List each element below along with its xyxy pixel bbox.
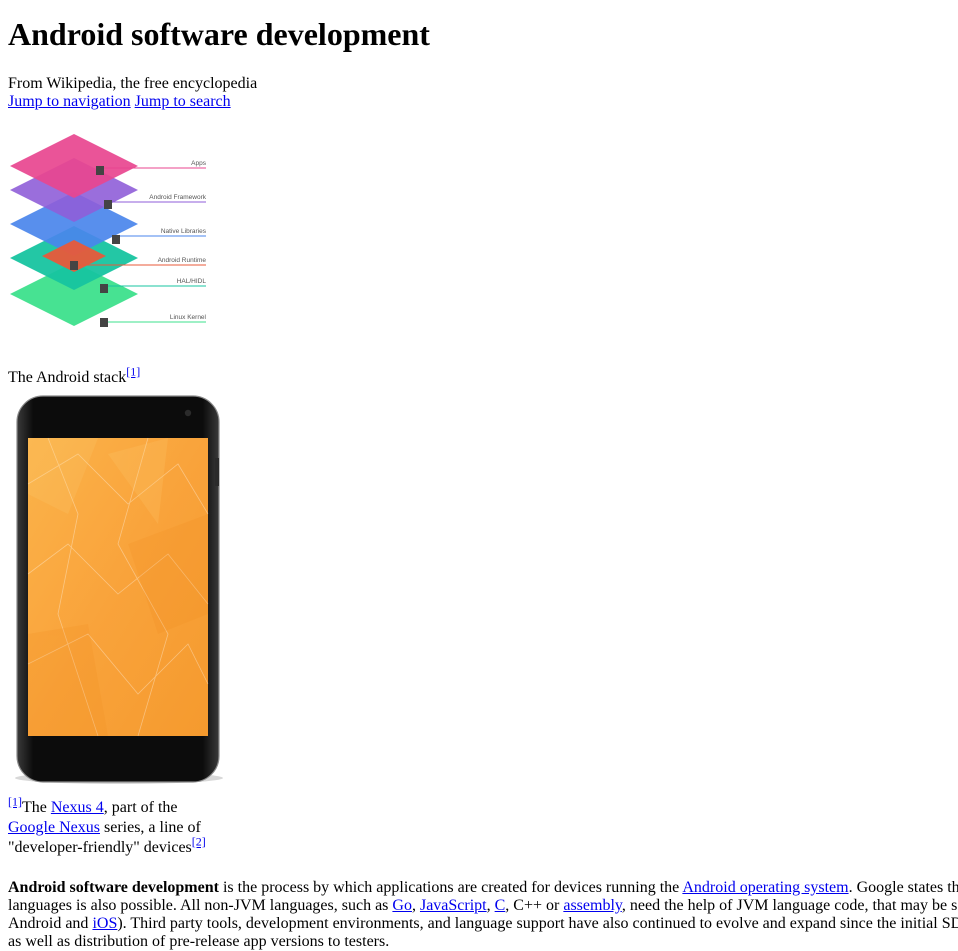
ios-link[interactable]: iOS	[92, 915, 117, 932]
intro-text: . Google states th	[848, 879, 958, 896]
intro-line-1: Android software development is the proc…	[8, 879, 958, 897]
assembly-link[interactable]: assembly	[563, 897, 622, 914]
phone-caption: [1]The Nexus 4, part of the Google Nexus…	[8, 795, 218, 858]
android-os-link[interactable]: Android operating system	[682, 879, 848, 896]
nexus-4-link[interactable]: Nexus 4	[51, 799, 104, 816]
layer-label-native-libraries: Native Libraries	[161, 228, 207, 235]
intro-line-3: Android and iOS). Third party tools, dev…	[8, 915, 958, 933]
layer-label-apps: Apps	[191, 160, 207, 167]
intro-text: is the process by which applications are…	[218, 879, 683, 896]
android-stack-image[interactable]: Apps Android Framework Native Libraries …	[8, 128, 210, 354]
intro-text: ). Third party tools, development enviro…	[117, 915, 958, 932]
jump-links: Jump to navigation Jump to search	[8, 93, 231, 111]
layer-label-kernel: Linux Kernel	[170, 314, 207, 321]
google-nexus-link[interactable]: Google Nexus	[8, 819, 100, 836]
intro-text: ,	[486, 897, 495, 914]
layer-label-framework: Android Framework	[149, 194, 206, 201]
intro-text: ,	[411, 897, 420, 914]
go-link[interactable]: Go	[392, 897, 412, 914]
intro-text: , need the help of JVM language code, th…	[621, 897, 958, 914]
tagline: From Wikipedia, the free encyclopedia	[8, 75, 258, 92]
phone-caption-ref-2[interactable]: [2]	[192, 835, 206, 849]
jump-to-navigation-link[interactable]: Jump to navigation	[8, 93, 131, 110]
layer-label-hal: HAL/HIDL	[177, 278, 207, 285]
layer-label-runtime: Android Runtime	[158, 257, 207, 264]
phone-image[interactable]	[8, 394, 230, 786]
intro-text: Android and	[8, 915, 93, 932]
phone-caption-ref-1[interactable]: [1]	[8, 795, 22, 809]
javascript-link[interactable]: JavaScript	[420, 897, 487, 914]
intro-paragraph: Android software development is the proc…	[8, 879, 958, 951]
intro-bold-term: Android software development	[8, 879, 219, 896]
intro-line-2: languages is also possible. All non-JVM …	[8, 897, 958, 915]
intro-text: , C++ or	[505, 897, 564, 914]
intro-text: as well as distribution of pre-release a…	[8, 933, 390, 950]
stack-caption: The Android stack[1]	[8, 366, 140, 387]
stack-caption-ref[interactable]: [1]	[126, 365, 140, 379]
page-title: Android software development	[8, 16, 430, 52]
intro-line-4: as well as distribution of pre-release a…	[8, 933, 958, 951]
c-link[interactable]: C	[495, 897, 506, 914]
stack-caption-text: The Android stack	[8, 369, 127, 386]
intro-text: languages is also possible. All non-JVM …	[8, 897, 393, 914]
phone-caption-prefix: The	[22, 799, 51, 816]
phone-caption-mid: , part of the	[103, 799, 178, 816]
jump-to-search-link[interactable]: Jump to search	[135, 93, 231, 110]
